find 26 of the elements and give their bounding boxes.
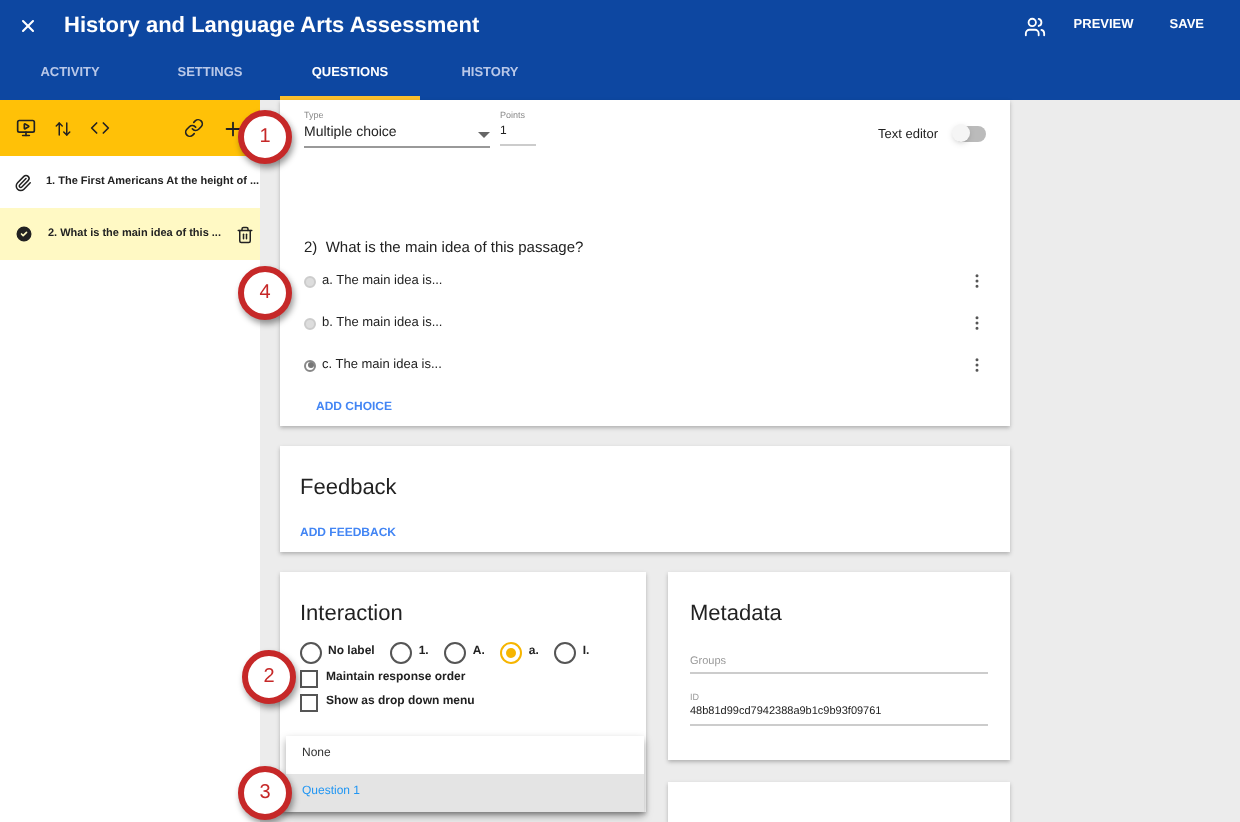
choice-radio[interactable] — [304, 275, 316, 287]
choice-radio[interactable] — [304, 359, 316, 371]
checkbox[interactable] — [300, 693, 318, 711]
close-button[interactable] — [18, 16, 38, 36]
radio-button[interactable] — [554, 641, 577, 663]
radio-button[interactable] — [444, 641, 467, 663]
check-circle-icon — [14, 224, 34, 244]
video-icon[interactable] — [16, 118, 36, 138]
text-editor-toggle[interactable] — [954, 126, 986, 142]
choice-radio[interactable] — [304, 317, 316, 329]
add-icon[interactable] — [222, 117, 244, 139]
radio-button[interactable] — [300, 641, 322, 663]
trash-icon[interactable] — [235, 225, 253, 243]
feedback-title: Feedback — [300, 473, 399, 503]
link-icon[interactable] — [184, 118, 204, 138]
sort-icon[interactable] — [54, 119, 72, 137]
dropdown-caret-icon — [478, 131, 490, 137]
paperclip-icon — [14, 173, 32, 191]
interaction-title: Interaction — [300, 600, 405, 630]
code-icon[interactable] — [90, 118, 110, 138]
people-icon[interactable] — [1023, 15, 1046, 37]
metadata-title: Metadata — [690, 600, 784, 630]
checkbox[interactable] — [300, 669, 318, 687]
radio-button[interactable] — [390, 641, 413, 663]
radio-button[interactable] — [500, 641, 523, 663]
page-title: History and Language Arts Assessment — [64, 11, 480, 42]
